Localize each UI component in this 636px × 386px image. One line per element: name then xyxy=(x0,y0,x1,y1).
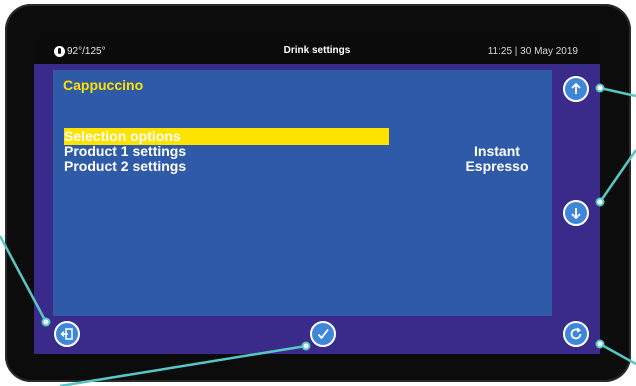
device-screen: 92°/125° Drink settings 11:25 | 30 May 2… xyxy=(34,38,600,354)
up-arrow-icon xyxy=(571,82,581,94)
refresh-button[interactable] xyxy=(563,321,589,347)
drink-name: Cappuccino xyxy=(63,77,144,93)
down-arrow-icon xyxy=(571,208,581,220)
up-button[interactable] xyxy=(563,76,589,102)
refresh-icon xyxy=(570,327,582,340)
exit-button[interactable] xyxy=(54,321,80,347)
status-bar: 92°/125° Drink settings 11:25 | 30 May 2… xyxy=(34,38,600,64)
down-button[interactable] xyxy=(563,200,589,226)
row-label: Product 2 settings xyxy=(64,158,187,174)
checkmark-icon xyxy=(317,328,329,340)
menu-panel: Cappuccino Selection options Product 1 s… xyxy=(53,70,552,316)
datetime: 11:25 | 30 May 2019 xyxy=(487,46,578,57)
menu-row-product-2-settings[interactable]: Product 2 settings Espresso xyxy=(62,158,542,175)
confirm-button[interactable] xyxy=(310,321,336,347)
row-value: Espresso xyxy=(465,158,529,174)
exit-icon xyxy=(60,328,73,340)
